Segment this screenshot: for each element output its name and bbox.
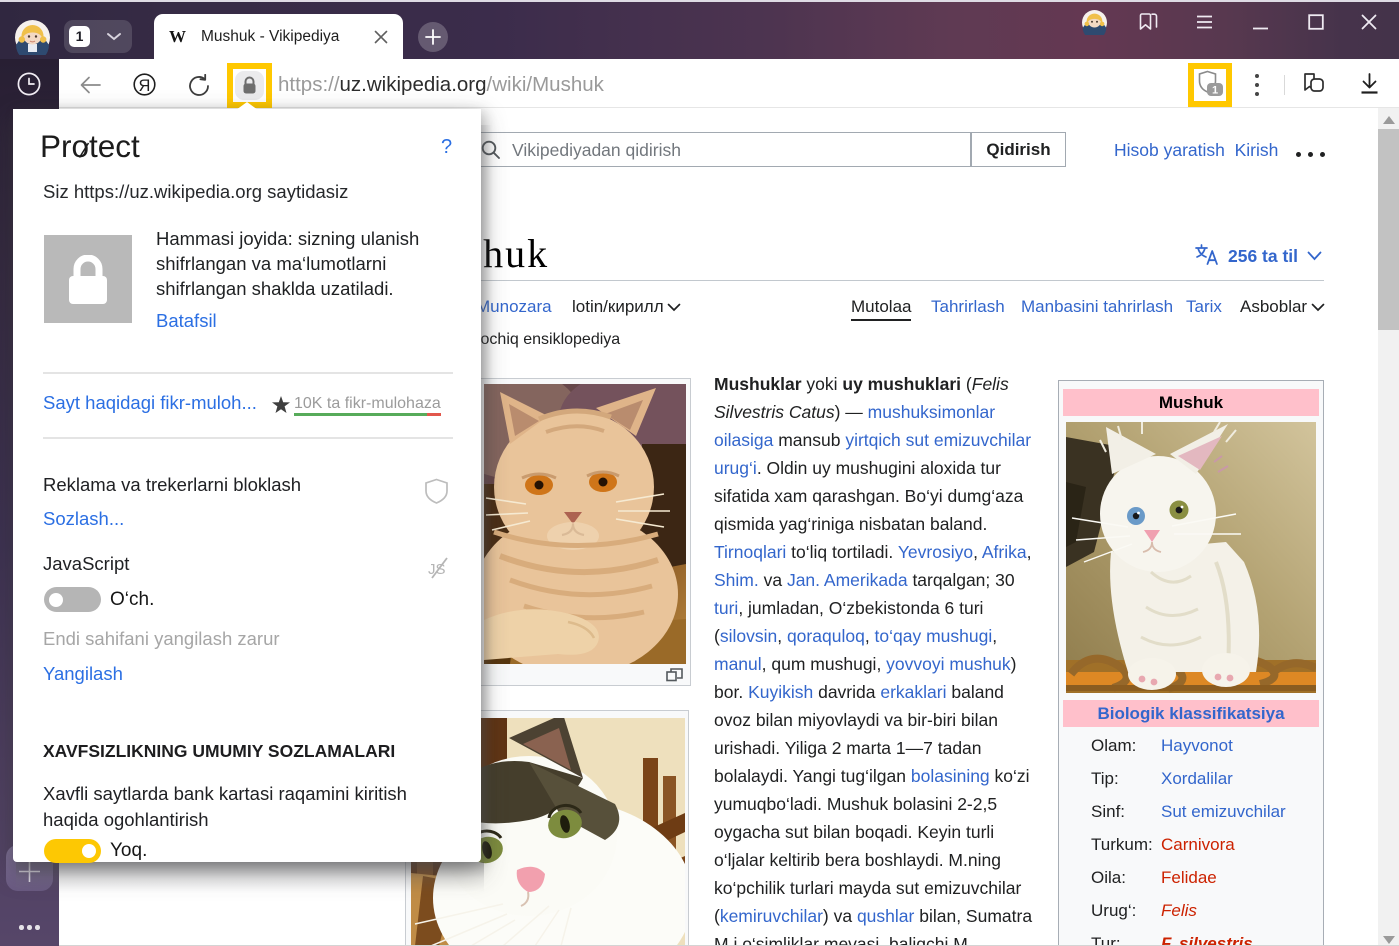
svg-text:1: 1 [1212, 85, 1218, 97]
